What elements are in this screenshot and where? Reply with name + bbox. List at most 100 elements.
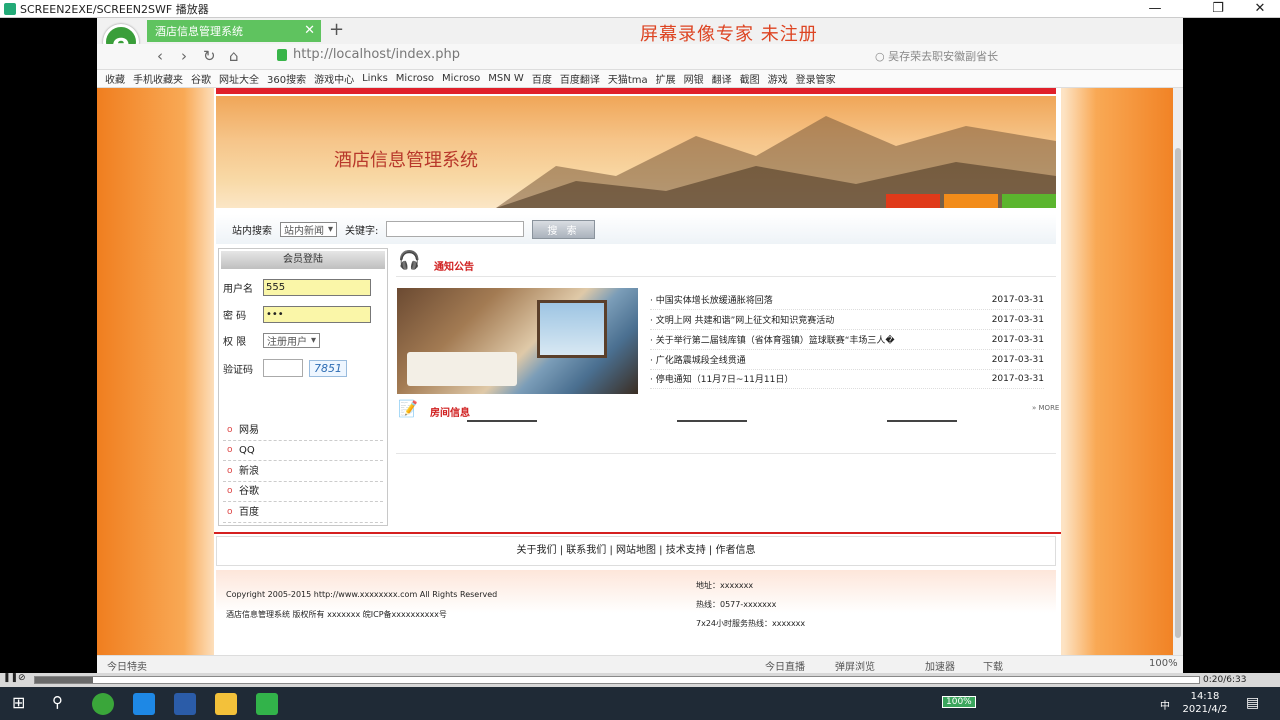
fav-item[interactable]: 游戏 [768, 71, 788, 86]
login-panel: 会员登陆 用户名 555 密 码 ••• 权 限 注册用户▾ 验证码 7851 [218, 248, 388, 526]
fav-item[interactable]: 360搜索 [267, 71, 306, 86]
divider [396, 453, 1056, 454]
top-nav-strip [216, 88, 1056, 94]
username-label: 用户名 [223, 284, 253, 295]
pause-icon[interactable]: ❚❚ [3, 673, 18, 683]
minimize-icon[interactable]: — [1135, 0, 1175, 18]
username-input[interactable]: 555 [263, 279, 371, 296]
close-icon[interactable]: ✕ [1240, 0, 1280, 18]
footer-link[interactable]: 网站地图 [616, 545, 656, 556]
clock-time: 14:18 [1190, 691, 1220, 702]
status-item[interactable]: 下载 [983, 658, 1003, 673]
forward-icon[interactable]: › [181, 47, 187, 65]
back-icon[interactable]: ‹ [157, 47, 163, 65]
fav-item[interactable]: 百度翻译 [560, 71, 600, 86]
url-field[interactable]: http://localhost/index.php [277, 47, 460, 62]
captcha-image[interactable]: 7851 [309, 359, 347, 377]
tab-active[interactable]: 酒店信息管理系统 ✕ [147, 20, 321, 42]
browser-app-icon[interactable] [92, 693, 114, 715]
news-row[interactable]: · 广化路震城段全线贯通 2017-03-31 [650, 350, 1044, 370]
scrollbar-thumb[interactable] [1175, 148, 1181, 638]
search-scope-select[interactable]: 站内新闻 ▾ [280, 221, 338, 237]
fav-item[interactable]: Links [362, 73, 388, 84]
fav-item[interactable]: Microso [396, 73, 434, 84]
more-link[interactable]: » MORE [1032, 404, 1059, 412]
keyword-input[interactable] [386, 221, 525, 237]
notification-icon[interactable]: ▤ [1246, 695, 1259, 711]
site-footer: Copyright 2005-2015 http://www.xxxxxxxx.… [216, 570, 1056, 642]
link-item[interactable]: 谷歌 [223, 481, 383, 502]
file-explorer-icon[interactable] [215, 693, 237, 715]
window-shape [537, 300, 607, 358]
status-left[interactable]: 今日特卖 [107, 658, 147, 673]
search-scope-value: 站内新闻 [284, 225, 324, 237]
tab-close-icon[interactable]: ✕ [304, 23, 315, 38]
browser-search-input[interactable]: ○ 吴存荣去职安徽副省长 [875, 47, 1075, 66]
room-thumb[interactable] [677, 420, 747, 422]
zoom-level[interactable]: 100% [1149, 658, 1178, 669]
secure-shield-icon [277, 48, 287, 61]
more-label: MORE [1038, 404, 1060, 412]
news-date: 2017-03-31 [991, 314, 1044, 325]
fav-item[interactable]: 登录管家 [796, 71, 836, 86]
footer-link[interactable]: 作者信息 [715, 545, 755, 556]
site-search-button[interactable]: 搜 索 [532, 219, 595, 239]
system-clock[interactable]: 14:18 2021/4/2 [1175, 690, 1235, 716]
news-row[interactable]: · 中国实体增长放缓通胀将回落 2017-03-31 [650, 290, 1044, 310]
role-label: 权 限 [223, 337, 247, 348]
site-banner: 酒店信息管理系统 [216, 96, 1056, 208]
fav-item[interactable]: Microso [442, 73, 480, 84]
progress-slider[interactable] [34, 676, 1200, 684]
captcha-input[interactable] [263, 359, 303, 377]
windows-start-icon[interactable]: ⊞ [12, 693, 25, 712]
link-item[interactable]: 网易 [223, 420, 383, 441]
captcha-row: 验证码 7851 [223, 359, 347, 377]
link-item[interactable]: 新浪 [223, 461, 383, 482]
new-tab-icon[interactable]: + [329, 19, 344, 40]
status-item[interactable]: 弹屏浏览 [835, 658, 875, 673]
fav-item[interactable]: 手机收藏夹 [133, 71, 183, 86]
fav-item[interactable]: 截图 [740, 71, 760, 86]
password-row: 密 码 ••• [223, 306, 371, 323]
room-thumb[interactable] [467, 420, 537, 422]
bed-shape [407, 352, 517, 386]
news-row[interactable]: · 文明上网 共建和谐”网上征文和知识竞赛活动 2017-03-31 [650, 310, 1044, 330]
battery-indicator[interactable]: 100% [942, 696, 976, 708]
home-icon[interactable]: ⌂ [229, 47, 239, 65]
fav-item[interactable]: MSN W [488, 73, 524, 84]
footer-link[interactable]: 关于我们 [517, 545, 557, 556]
settings-icon[interactable]: ⊘ [18, 673, 26, 683]
recorder-app-icon[interactable] [256, 693, 278, 715]
favorites-bar: 收藏 手机收藏夹 谷歌 网址大全 360搜索 游戏中心 Links Micros… [97, 70, 1183, 88]
news-row[interactable]: · 关于举行第二届钱库镇（省体育强镇）篮球联赛“丰场三人� 2017-03-31 [650, 330, 1044, 350]
footer-link[interactable]: 技术支持 [666, 545, 706, 556]
fav-item[interactable]: 天猫tma [608, 71, 648, 86]
fav-item[interactable]: 收藏 [105, 71, 125, 86]
fav-item[interactable]: 翻译 [712, 71, 732, 86]
room-title: 房间信息 [430, 408, 470, 419]
role-select[interactable]: 注册用户 ▾ [263, 333, 321, 348]
reload-icon[interactable]: ↻ [203, 47, 216, 65]
pencil-note-icon: 📝 [398, 399, 418, 418]
status-item[interactable]: 今日直播 [765, 658, 805, 673]
hotel-room-image[interactable] [397, 288, 638, 394]
ide-app-icon[interactable] [174, 693, 196, 715]
restore-icon[interactable]: ❐ [1198, 0, 1238, 18]
fav-item[interactable]: 谷歌 [191, 71, 211, 86]
status-item[interactable]: 加速器 [925, 658, 955, 673]
store-app-icon[interactable] [133, 693, 155, 715]
link-item[interactable]: 百度 [223, 502, 383, 523]
search-icon[interactable]: ⚲ [52, 693, 63, 711]
password-input[interactable]: ••• [263, 306, 371, 323]
fav-item[interactable]: 扩展 [656, 71, 676, 86]
fav-item[interactable]: 游戏中心 [314, 71, 354, 86]
fav-item[interactable]: 网银 [684, 71, 704, 86]
room-thumb[interactable] [887, 420, 957, 422]
ime-indicator[interactable]: 中 [1160, 697, 1170, 712]
link-item[interactable]: QQ [223, 440, 383, 461]
page-scrollbar[interactable] [1173, 88, 1183, 655]
footer-link[interactable]: 联系我们 [566, 545, 606, 556]
fav-item[interactable]: 网址大全 [219, 71, 259, 86]
news-row[interactable]: · 停电通知（11月7日~11月11日） 2017-03-31 [650, 369, 1044, 389]
fav-item[interactable]: 百度 [532, 71, 552, 86]
